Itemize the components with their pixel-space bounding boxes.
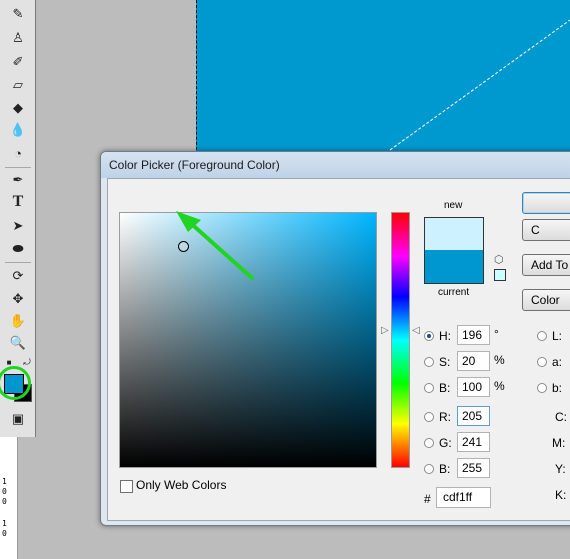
cancel-button[interactable]: C <box>522 219 570 241</box>
hex-hash-label: # <box>424 492 431 506</box>
ok-button[interactable] <box>522 192 570 214</box>
ruler-label: 1 <box>2 477 7 486</box>
dialog-title: Color Picker (Foreground Color) <box>109 158 280 172</box>
red-radio[interactable] <box>424 412 434 422</box>
hue-unit: ° <box>494 327 499 341</box>
ruler-label: 0 <box>2 497 7 506</box>
hand-icon[interactable]: ✋ <box>6 311 30 331</box>
magenta-label: M: <box>552 436 566 450</box>
eraser-icon[interactable]: ▱ <box>6 75 30 95</box>
ellipse-icon[interactable]: ⬬ <box>6 239 30 259</box>
only-web-colors-checkbox[interactable] <box>120 480 133 493</box>
green-radio[interactable] <box>424 438 434 448</box>
b-channel-radio[interactable] <box>537 383 547 393</box>
new-color-swatch <box>424 217 484 251</box>
tool-separator <box>5 167 31 168</box>
web-safe-color-swatch[interactable] <box>494 269 506 281</box>
history-brush-icon[interactable]: ✐ <box>6 52 30 72</box>
3d-rotate-icon[interactable]: ⟳ <box>6 266 30 286</box>
tool-separator <box>5 262 31 263</box>
vertical-ruler: 1 0 0 1 0 <box>0 437 18 559</box>
current-color-swatch[interactable] <box>424 250 484 284</box>
brightness-radio[interactable] <box>424 383 434 393</box>
saturation-radio[interactable] <box>424 357 434 367</box>
dialog-titlebar[interactable]: Color Picker (Foreground Color) <box>101 152 570 178</box>
brush-icon[interactable]: ✎ <box>6 4 30 24</box>
dodge-icon[interactable]: ◔ <box>6 143 30 163</box>
a-channel-radio[interactable] <box>537 357 547 367</box>
saturation-brightness-field[interactable] <box>119 212 377 468</box>
a-channel-label: a: <box>552 355 563 369</box>
quick-mask-icon[interactable]: ▣ <box>6 409 30 429</box>
color-picker-dialog: Color Picker (Foreground Color) ▷ ◁ Only… <box>100 151 570 526</box>
blue-label: B: <box>439 462 451 476</box>
lightness-label: L: <box>552 329 563 343</box>
only-web-colors-label: Only Web Colors <box>136 478 227 492</box>
blue-input[interactable]: 255 <box>457 458 490 478</box>
red-input[interactable]: 205 <box>457 406 490 426</box>
hue-input[interactable]: 196 <box>457 325 490 345</box>
selection-marquee <box>196 0 198 160</box>
b-channel-label: b: <box>552 381 563 395</box>
saturation-unit: % <box>494 353 505 367</box>
new-color-label: new <box>444 200 463 211</box>
blue-radio[interactable] <box>424 464 434 474</box>
hue-radio[interactable] <box>424 331 434 341</box>
hue-slider-left-arrow[interactable]: ▷ <box>381 325 389 336</box>
brightness-label: B: <box>439 381 451 395</box>
document-canvas[interactable] <box>196 0 570 160</box>
color-libraries-button[interactable]: Color <box>522 289 570 311</box>
swap-colors-icon[interactable]: ⤾ <box>20 356 34 368</box>
hex-input[interactable]: cdf1ff <box>436 487 491 508</box>
type-icon[interactable]: T <box>6 192 30 212</box>
current-color-label: current <box>438 287 470 298</box>
lightness-radio[interactable] <box>537 331 547 341</box>
hue-slider-right-arrow[interactable]: ◁ <box>412 325 420 336</box>
yellow-label: Y: <box>555 462 566 476</box>
out-of-gamut-cube-icon[interactable]: ⬡ <box>494 253 504 266</box>
blur-icon[interactable]: 💧 <box>6 120 30 140</box>
black-label: K: <box>555 488 567 502</box>
color-picker-ring[interactable] <box>178 241 189 252</box>
saturation-input[interactable]: 20 <box>457 351 490 371</box>
green-input[interactable]: 241 <box>457 432 490 452</box>
hue-label: H: <box>439 329 451 343</box>
ruler-label: 0 <box>2 487 7 496</box>
add-to-swatches-button[interactable]: Add To <box>522 254 570 276</box>
ruler-label: 0 <box>2 529 7 538</box>
3d-pan-icon[interactable]: ✥ <box>6 289 30 309</box>
cyan-label: C: <box>555 410 567 424</box>
green-label: G: <box>439 436 452 450</box>
brightness-unit: % <box>494 379 505 393</box>
paint-bucket-icon[interactable]: ◆ <box>6 98 30 118</box>
ruler-label: 1 <box>2 519 7 528</box>
brightness-input[interactable]: 100 <box>457 377 490 397</box>
clone-stamp-icon[interactable]: ♙ <box>6 28 30 48</box>
saturation-label: S: <box>439 355 451 369</box>
zoom-icon[interactable]: 🔍 <box>6 333 30 353</box>
tools-panel: ✎ ♙ ✐ ▱ ◆ 💧 ◔ ✒ T ➤ ⬬ ⟳ ✥ ✋ 🔍 ■ ⤾ ▣ <box>0 0 36 437</box>
dialog-body: ▷ ◁ Only Web Colors new current ⬡ H: 196… <box>107 178 570 521</box>
path-selection-icon[interactable]: ➤ <box>6 216 30 236</box>
hue-slider[interactable] <box>391 212 410 468</box>
red-label: R: <box>439 410 451 424</box>
pen-icon[interactable]: ✒ <box>6 170 30 190</box>
